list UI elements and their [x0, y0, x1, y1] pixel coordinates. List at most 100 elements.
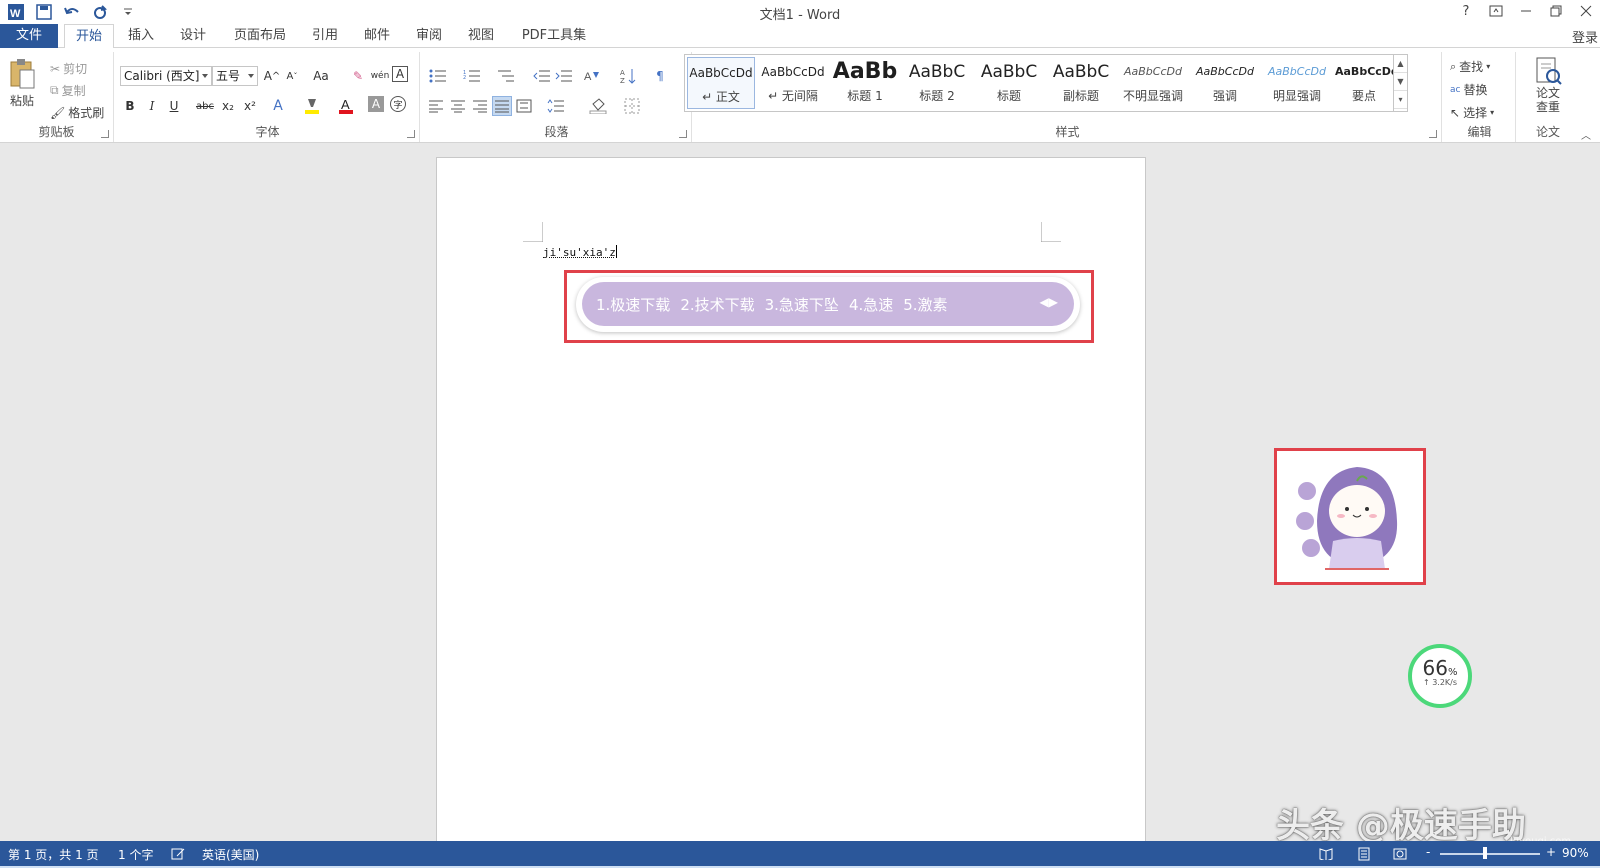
align-center-icon[interactable] [448, 96, 468, 116]
close-icon[interactable] [1578, 2, 1594, 20]
style-title[interactable]: AaBbC 标题 [975, 57, 1043, 109]
gallery-up-icon[interactable]: ▲ [1394, 55, 1407, 73]
sort-icon[interactable]: AZ [618, 66, 638, 86]
style-strong[interactable]: AaBbCcDd 要点 [1335, 57, 1393, 109]
tab-references[interactable]: 引用 [306, 24, 344, 48]
tab-mailings[interactable]: 邮件 [358, 24, 396, 48]
replace-button[interactable]: ac 替换 [1450, 81, 1487, 98]
decrease-indent-icon[interactable] [532, 66, 552, 86]
style-emphasis[interactable]: AaBbCcDd 强调 [1191, 57, 1259, 109]
grow-font-button[interactable]: A ^ [262, 66, 282, 86]
underline-button[interactable]: U [164, 96, 184, 116]
proofing-icon[interactable] [170, 846, 186, 862]
copy-button[interactable]: ⧉ 复制 [50, 82, 86, 99]
align-right-icon[interactable] [470, 96, 490, 116]
minimize-icon[interactable] [1518, 2, 1534, 20]
ime-candidate[interactable]: 3.急速下坠 [765, 294, 839, 315]
styles-group-label: 样式 [1055, 125, 1080, 139]
shading-icon[interactable] [588, 96, 608, 116]
style-heading-1[interactable]: AaBb 标题 1 [831, 57, 899, 109]
clipboard-launcher[interactable] [101, 130, 109, 138]
document-text[interactable]: ji'su'xia'z [543, 245, 617, 259]
numbering-icon[interactable]: 12 [462, 66, 482, 86]
bold-button[interactable]: B [120, 96, 140, 116]
justify-icon[interactable] [492, 96, 512, 116]
zoom-slider[interactable] [1440, 853, 1540, 855]
multilevel-list-icon[interactable] [496, 66, 516, 86]
gallery-down-icon[interactable]: ▼ [1394, 73, 1407, 91]
ime-candidate[interactable]: 1.极速下载 [596, 294, 670, 315]
paper-check-button[interactable]: 论文查重 [1526, 56, 1570, 114]
clear-formatting-button[interactable]: ✎ [348, 66, 368, 86]
italic-button[interactable]: I [142, 96, 162, 116]
shrink-font-button[interactable]: Aˇ [282, 66, 302, 86]
chinese-layout-icon[interactable]: A [582, 66, 602, 86]
paste-button[interactable]: 粘贴 [8, 58, 36, 109]
find-button[interactable]: ⌕ 查找 ▾ [1450, 58, 1490, 75]
style-intense-emphasis[interactable]: AaBbCcDd 明显强调 [1263, 57, 1331, 109]
sign-in-link[interactable]: 登录 [1572, 27, 1598, 46]
ime-candidate[interactable]: 2.技术下载 [680, 294, 754, 315]
page-count[interactable]: 第 1 页，共 1 页 [8, 846, 99, 863]
help-button[interactable]: ? [1458, 2, 1474, 20]
cut-button[interactable]: ✂ 剪切 [50, 60, 87, 77]
collapse-ribbon-icon[interactable]: ︿ [1576, 124, 1596, 144]
character-border-button[interactable]: A [392, 66, 408, 82]
superscript-button[interactable]: x² [240, 96, 260, 116]
network-speed-widget[interactable]: 66% ↑ 3.2K/s [1408, 644, 1472, 708]
distributed-icon[interactable] [514, 96, 534, 116]
tab-insert[interactable]: 插入 [122, 24, 160, 48]
styles-launcher[interactable] [1429, 130, 1437, 138]
tab-view[interactable]: 视图 [462, 24, 500, 48]
style-no-spacing[interactable]: AaBbCcDd ↵ 无间隔 [759, 57, 827, 109]
ime-page-nav-icon[interactable]: ◀▶ [1040, 295, 1058, 309]
zoom-out-button[interactable]: - [1426, 845, 1430, 859]
font-color-button[interactable]: A [336, 96, 356, 116]
zoom-level[interactable]: 90% [1562, 846, 1589, 860]
tab-page-layout[interactable]: 页面布局 [228, 24, 292, 48]
restore-icon[interactable] [1548, 2, 1564, 20]
font-name-combo[interactable]: Calibri (西文] [120, 66, 212, 86]
change-case-button[interactable]: Aa [308, 66, 334, 86]
style-normal[interactable]: AaBbCcDd ↵ 正文 [687, 57, 755, 109]
subscript-button[interactable]: x₂ [218, 96, 238, 116]
bullets-icon[interactable] [428, 66, 448, 86]
language-indicator[interactable]: 英语(美国) [202, 846, 259, 863]
line-spacing-icon[interactable] [546, 96, 566, 116]
gallery-more-icon[interactable]: ▾ [1394, 91, 1407, 109]
format-painter-button[interactable]: 🖌 格式刷 [50, 104, 104, 121]
zoom-slider-thumb[interactable] [1483, 847, 1487, 859]
align-left-icon[interactable] [426, 96, 446, 116]
document-page[interactable]: ji'su'xia'z [436, 157, 1146, 847]
tab-file[interactable]: 文件 [0, 24, 58, 48]
read-mode-icon[interactable] [1318, 846, 1334, 862]
show-marks-icon[interactable]: ¶ [650, 66, 670, 86]
select-button[interactable]: ↖ 选择 ▾ [1450, 104, 1494, 121]
print-layout-icon[interactable] [1356, 846, 1372, 862]
web-layout-icon[interactable] [1392, 846, 1408, 862]
style-subtitle[interactable]: AaBbC 副标题 [1047, 57, 1115, 109]
text-effects-button[interactable]: A [268, 96, 288, 116]
ribbon-display-options-icon[interactable] [1488, 2, 1504, 20]
borders-icon[interactable] [622, 96, 642, 116]
increase-indent-icon[interactable] [554, 66, 574, 86]
style-subtle-emphasis[interactable]: AaBbCcDd 不明显强调 [1119, 57, 1187, 109]
zoom-in-button[interactable]: + [1546, 845, 1556, 859]
character-shading-button[interactable]: A [368, 96, 384, 112]
ime-skin-sticker[interactable] [1274, 448, 1426, 585]
enclose-characters-button[interactable]: 字 [390, 96, 406, 112]
tab-design[interactable]: 设计 [174, 24, 212, 48]
style-heading-2[interactable]: AaBbC 标题 2 [903, 57, 971, 109]
highlight-color-button[interactable] [302, 96, 322, 116]
ime-candidate[interactable]: 5.激素 [903, 294, 947, 315]
tab-review[interactable]: 审阅 [410, 24, 448, 48]
ime-candidate[interactable]: 4.急速 [849, 294, 893, 315]
font-launcher[interactable] [407, 130, 415, 138]
paragraph-launcher[interactable] [679, 130, 687, 138]
tab-home[interactable]: 开始 [64, 24, 114, 49]
phonetic-guide-button[interactable]: wén [370, 66, 390, 86]
strikethrough-button[interactable]: abc [192, 96, 218, 116]
font-size-combo[interactable]: 五号 [212, 66, 258, 86]
word-count[interactable]: 1 个字 [118, 846, 153, 863]
tab-pdf-tools[interactable]: PDF工具集 [516, 24, 592, 48]
